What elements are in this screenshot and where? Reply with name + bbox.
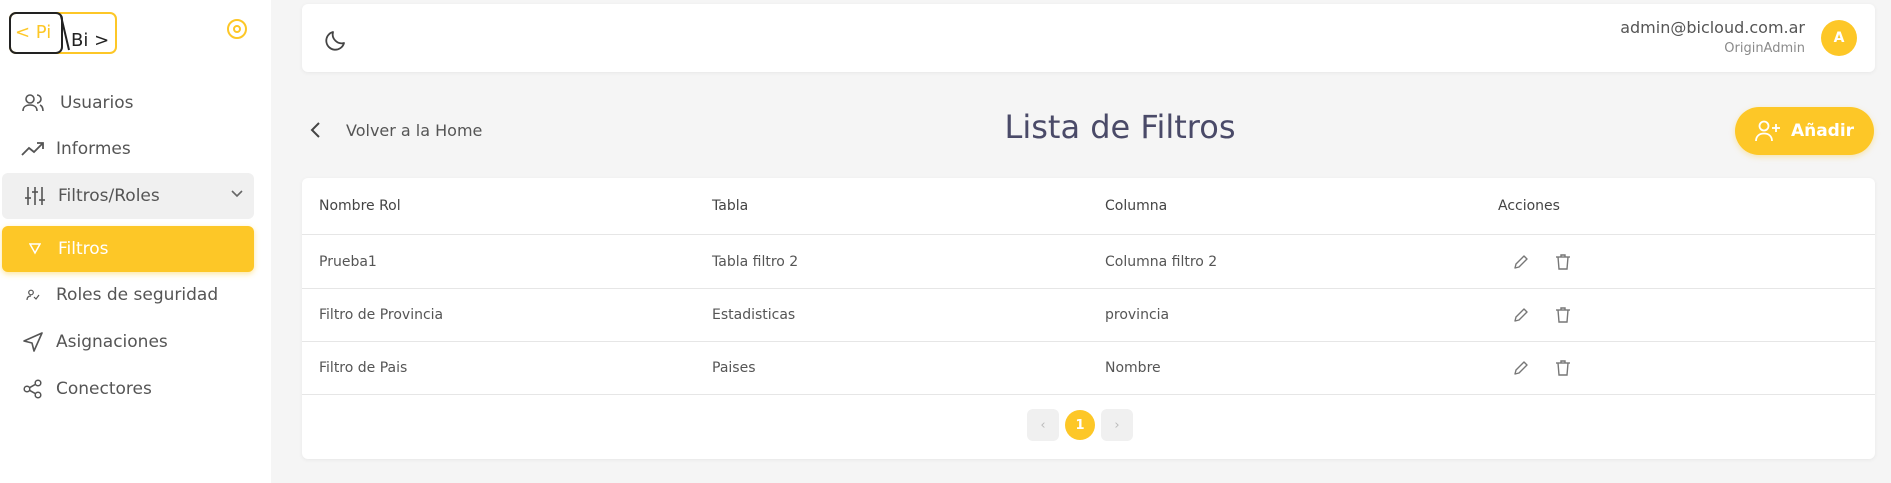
pagination: ‹ 1 › [1027,409,1133,441]
user-role: OriginAdmin [1724,41,1805,56]
share-icon [18,377,48,401]
table-row: Prueba1 Tabla filtro 2 Columna filtro 2 [302,236,1875,289]
edit-icon[interactable] [1512,306,1530,324]
sidebar: < Pi Bi > Usuarios Informes Filtros/Role… [0,0,271,483]
cell-tabla: Paises [712,360,756,376]
cell-nombre-rol: Filtro de Provincia [319,307,444,323]
row-actions [1512,359,1572,377]
user-shield-icon [18,283,48,307]
table-row: Filtro de Provincia Estadisticas provinc… [302,289,1875,342]
back-to-home-link[interactable]: Volver a la Home [308,116,482,144]
cell-nombre-rol: Filtro de Pais [319,360,408,376]
sidebar-item-conectores[interactable]: Conectores [0,366,256,412]
filters-table: Nombre Rol Tabla Columna Acciones Prueba… [302,178,1875,459]
topbar: admin@bicloud.com.ar OriginAdmin A [302,4,1875,72]
trending-up-icon [18,137,48,161]
table-header: Nombre Rol Tabla Columna Acciones [302,178,1875,235]
avatar[interactable]: A [1821,20,1857,56]
cell-columna: provincia [1105,307,1170,323]
settings-toggle-icon[interactable] [225,17,249,41]
sidebar-item-filtros[interactable]: Filtros [2,226,254,272]
column-header: Nombre Rol [319,198,401,214]
prev-page-button[interactable]: ‹ [1027,409,1059,441]
sidebar-item-informes[interactable]: Informes [0,126,256,172]
cell-nombre-rol: Prueba1 [319,254,377,270]
cell-columna: Columna filtro 2 [1105,254,1218,270]
trash-icon[interactable] [1554,253,1572,271]
user-email: admin@bicloud.com.ar [1620,18,1805,37]
sidebar-item-roles-de-seguridad[interactable]: Roles de seguridad [0,272,256,318]
page-title: Lista de Filtros [1004,108,1236,146]
edit-icon[interactable] [1512,253,1530,271]
sidebar-item-usuarios[interactable]: Usuarios [0,80,256,126]
trash-icon[interactable] [1554,359,1572,377]
edit-icon[interactable] [1512,359,1530,377]
cell-tabla: Tabla filtro 2 [712,254,799,270]
column-header: Tabla [712,198,749,214]
user-info[interactable]: admin@bicloud.com.ar OriginAdmin [1620,18,1805,56]
column-header: Columna [1105,198,1168,214]
row-actions [1512,306,1572,324]
sliders-icon [20,184,50,208]
page-button-1[interactable]: 1 [1065,410,1095,440]
user-plus-icon [1755,119,1781,143]
pibi-logo[interactable]: < Pi Bi > [9,12,119,54]
svg-text:< Pi: < Pi [15,22,51,43]
add-button[interactable]: Añadir [1735,107,1874,155]
filter-icon [20,237,50,261]
trash-icon[interactable] [1554,306,1572,324]
svg-text:Bi >: Bi > [71,30,109,51]
moon-icon[interactable] [324,26,350,52]
sidebar-group-filtros-roles[interactable]: Filtros/Roles [2,173,254,219]
users-icon [18,91,48,115]
chevron-down-icon [230,186,244,206]
row-actions [1512,253,1572,271]
chevron-left-icon [308,120,324,140]
cell-tabla: Estadisticas [712,307,796,323]
column-header: Acciones [1498,198,1560,214]
back-label: Volver a la Home [346,120,483,140]
table-row: Filtro de Pais Paises Nombre [302,342,1875,395]
add-label: Añadir [1790,121,1855,141]
cell-columna: Nombre [1105,360,1161,376]
send-icon [18,330,48,354]
next-page-button[interactable]: › [1101,409,1133,441]
sidebar-item-asignaciones[interactable]: Asignaciones [0,319,256,365]
